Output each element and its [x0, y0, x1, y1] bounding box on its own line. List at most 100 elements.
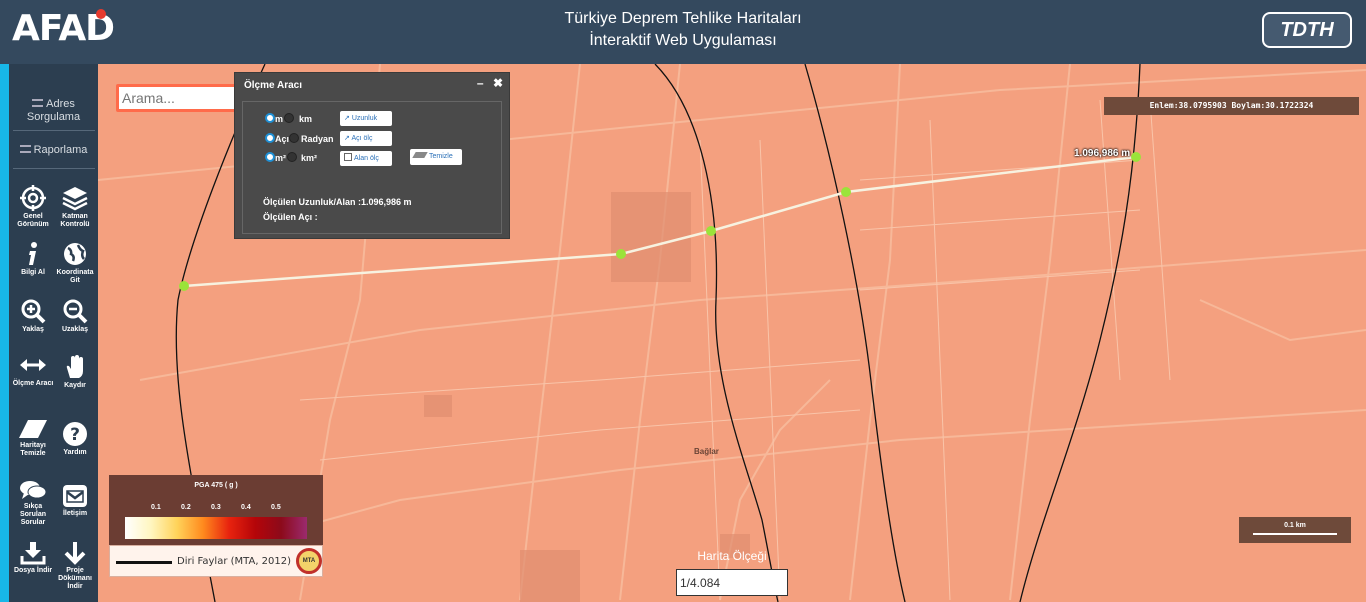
crosshair-icon — [20, 185, 46, 211]
angle-button-label: Açı ölç — [351, 135, 373, 142]
tool-label: Dosya İndir — [13, 567, 53, 574]
place-label: Bağlar — [694, 447, 719, 456]
area-button-label: Alan ölç — [354, 155, 379, 162]
length-button-label: Uzunluk — [351, 115, 378, 122]
angle-unit-options: Açı Radyan — [265, 133, 334, 145]
hand-icon — [66, 355, 83, 378]
legend-tick: 0.3 — [211, 504, 221, 511]
legend-tick: 0.2 — [181, 504, 191, 511]
eraser-icon — [19, 420, 47, 438]
tool-label: Proje Dökümanı İndir — [58, 567, 92, 590]
mta-logo: MTA — [296, 548, 322, 574]
svg-text:?: ? — [70, 425, 80, 445]
page-title: Türkiye Deprem Tehlike Haritaları İntera… — [0, 8, 1366, 52]
tool-label: Ölçme Aracı — [12, 380, 54, 387]
minimize-button[interactable]: – — [477, 76, 484, 90]
help-icon: ? — [63, 422, 87, 446]
scale-bar-line — [1253, 533, 1337, 535]
tool-label: Yaklaş — [22, 326, 44, 333]
radio-degree-label: Açı — [275, 134, 290, 144]
legend-tick: 0.1 — [151, 504, 161, 511]
fault-legend-label: Diri Faylar (MTA, 2012) — [177, 556, 292, 567]
angle-measure-button[interactable]: ↗ Açı ölç — [340, 131, 392, 146]
clear-button-label: Temizle — [429, 153, 453, 160]
tool-label: Haritayı Temizle — [20, 442, 46, 457]
list-icon — [32, 99, 44, 107]
radio-degree[interactable] — [265, 133, 275, 143]
pga-legend: PGA 475 ( g ) 0.1 0.2 0.3 0.4 0.5 — [109, 475, 323, 545]
address-query-button[interactable]: Adres Sorgulama — [9, 98, 98, 124]
download-arrow-icon — [64, 542, 86, 565]
measure-arrows-icon — [20, 359, 46, 371]
radio-km2[interactable] — [287, 152, 297, 162]
close-button[interactable]: ✖ — [493, 76, 503, 90]
tool-measure[interactable]: Ölçme Aracı — [11, 352, 55, 388]
tool-zoom-out[interactable]: Uzaklaş — [53, 298, 97, 334]
panel-title: Ölçme Aracı — [244, 80, 302, 91]
tool-label: Sıkça Sorulan Sorular — [19, 503, 47, 526]
tool-label: Kaydır — [64, 382, 86, 389]
tool-label: Uzaklaş — [61, 326, 89, 333]
tool-layer-control[interactable]: Katman Kontrolü — [53, 185, 97, 229]
tool-pan[interactable]: Kaydır — [53, 354, 97, 390]
tool-download-project-doc[interactable]: Proje Dökümanı İndir — [53, 541, 97, 591]
ruler-icon: ↗ — [344, 115, 352, 122]
tool-label: Genel Görünüm — [17, 213, 49, 228]
legend-tick: 0.4 — [241, 504, 251, 511]
radio-radian-label: Radyan — [301, 134, 334, 144]
scale-bar-label: 0.1 km — [1284, 522, 1306, 529]
tool-label: Bilgi Al — [21, 269, 45, 276]
list-icon — [19, 145, 31, 153]
tool-help[interactable]: ? Yardım — [53, 421, 97, 457]
legend-tick: 0.5 — [271, 504, 281, 511]
tool-zoom-in[interactable]: Yaklaş — [11, 298, 55, 334]
tool-go-to-coordinate[interactable]: Koordinata Git — [53, 241, 97, 285]
search-input[interactable] — [119, 87, 235, 109]
tdth-logo[interactable]: TDTH — [1262, 12, 1352, 48]
clear-measure-button[interactable]: Temizle — [410, 149, 462, 165]
radio-m2-label: m² — [275, 153, 286, 163]
fault-legend: Diri Faylar (MTA, 2012) MTA — [109, 545, 323, 577]
measured-distance-label: 1.096,986 m — [1074, 148, 1131, 159]
tool-contact[interactable]: İletişim — [53, 484, 97, 518]
tool-faq[interactable]: Sıkça Sorulan Sorular — [11, 479, 55, 527]
reporting-label: Raporlama — [33, 144, 88, 156]
panel-body: m km Açı Radyan m² km² ↗ Uzunluk ↗ Açı ölç … — [242, 101, 502, 234]
panel-controls: – ✖ — [477, 76, 503, 90]
legend-color-ramp — [125, 517, 307, 539]
search-box[interactable] — [116, 84, 238, 112]
tool-download-file[interactable]: Dosya İndir — [11, 541, 55, 575]
layers-icon — [62, 187, 88, 211]
divider — [13, 130, 95, 131]
map-scale-label: Harita Ölçeği — [697, 549, 767, 563]
area-unit-options: m² km² — [265, 152, 317, 164]
area-measure-button[interactable]: Alan ölç — [340, 151, 392, 166]
measure-tool-panel: Ölçme Aracı – ✖ m km Açı Radyan m² km² ↗ Uz… — [234, 72, 510, 239]
legend-title: PGA 475 ( g ) — [194, 482, 238, 489]
tool-label: Katman Kontrolü — [60, 213, 90, 228]
radio-m2[interactable] — [265, 152, 275, 162]
length-measure-button[interactable]: ↗ Uzunluk — [340, 111, 392, 126]
checkbox-icon — [344, 153, 352, 161]
globe-icon — [64, 243, 86, 265]
chat-icon — [20, 481, 47, 499]
measured-length-result: Ölçülen Uzunluk/Alan :1.096,986 m — [263, 197, 412, 207]
tool-label: Yardım — [63, 449, 87, 456]
radio-km-label: km — [299, 114, 313, 124]
map-scale-input[interactable]: 1/4.084 — [676, 569, 788, 596]
radio-m[interactable] — [265, 113, 275, 123]
reporting-button[interactable]: Raporlama — [9, 144, 98, 157]
radio-radian[interactable] — [289, 133, 300, 143]
tool-general-view[interactable]: Genel Görünüm — [11, 185, 55, 229]
tool-label: Koordinata Git — [56, 269, 94, 284]
tool-clear-map[interactable]: Haritayı Temizle — [11, 418, 55, 458]
sidebar: Adres Sorgulama Raporlama Genel Görünüm … — [0, 64, 98, 602]
scale-bar: 0.1 km — [1239, 517, 1351, 543]
tool-info[interactable]: Bilgi Al — [11, 241, 55, 277]
radio-km2-label: km² — [301, 153, 318, 163]
divider — [13, 168, 95, 169]
length-unit-options: m km — [265, 113, 312, 125]
radio-km[interactable] — [284, 113, 295, 123]
tool-label: İletişim — [62, 510, 88, 517]
mail-icon — [63, 485, 87, 507]
